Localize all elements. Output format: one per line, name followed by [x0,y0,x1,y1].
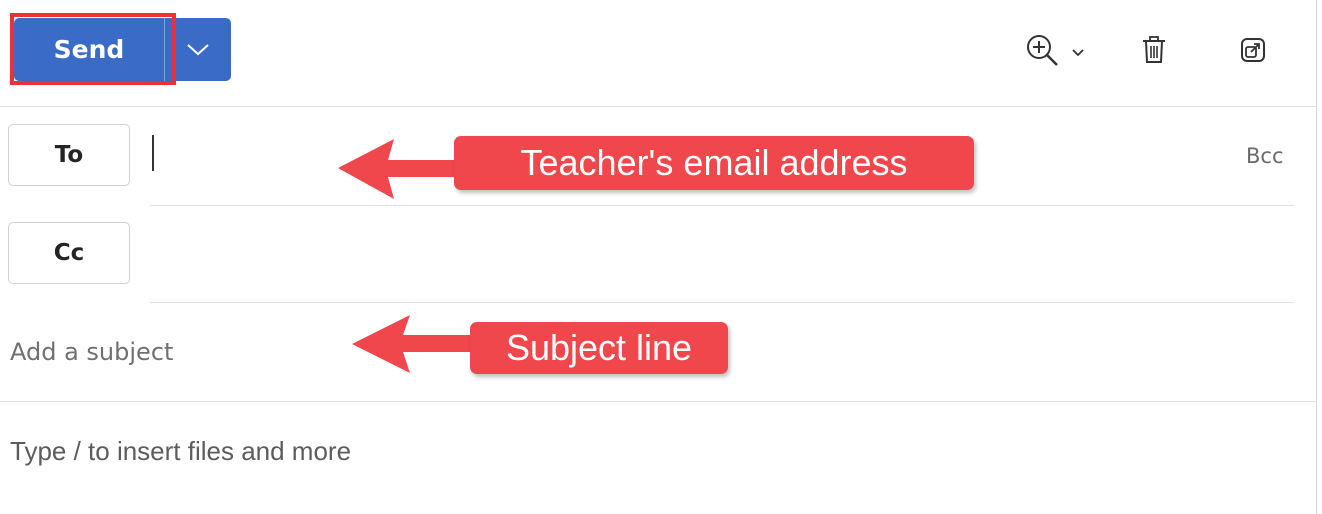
pop-out-button[interactable] [1238,35,1268,65]
to-button[interactable]: To [8,124,130,186]
cc-divider [150,302,1294,303]
chevron-down-icon [187,43,209,55]
zoom-in-icon [1027,35,1084,66]
send-options-button[interactable] [165,18,231,81]
text-caret [152,135,154,171]
zoom-button[interactable] [1024,32,1094,70]
subject-divider [0,401,1316,402]
subject-arrow-icon [352,315,476,373]
to-arrow-icon [338,139,462,199]
trash-icon [1143,36,1165,63]
window-edge [1316,0,1317,514]
to-divider [150,205,1294,206]
send-button-group: Send [14,18,231,81]
subject-input[interactable]: Add a subject [10,338,173,366]
message-body[interactable]: Type / to insert files and more [10,436,351,467]
send-button[interactable]: Send [14,18,164,81]
subject-callout: Subject line [470,322,728,374]
to-callout: Teacher's email address [454,136,974,190]
pop-out-icon [1241,38,1265,62]
bcc-button[interactable]: Bcc [1246,144,1284,168]
discard-button[interactable] [1140,34,1168,66]
cc-button[interactable]: Cc [8,222,130,284]
toolbar-divider [0,106,1316,107]
